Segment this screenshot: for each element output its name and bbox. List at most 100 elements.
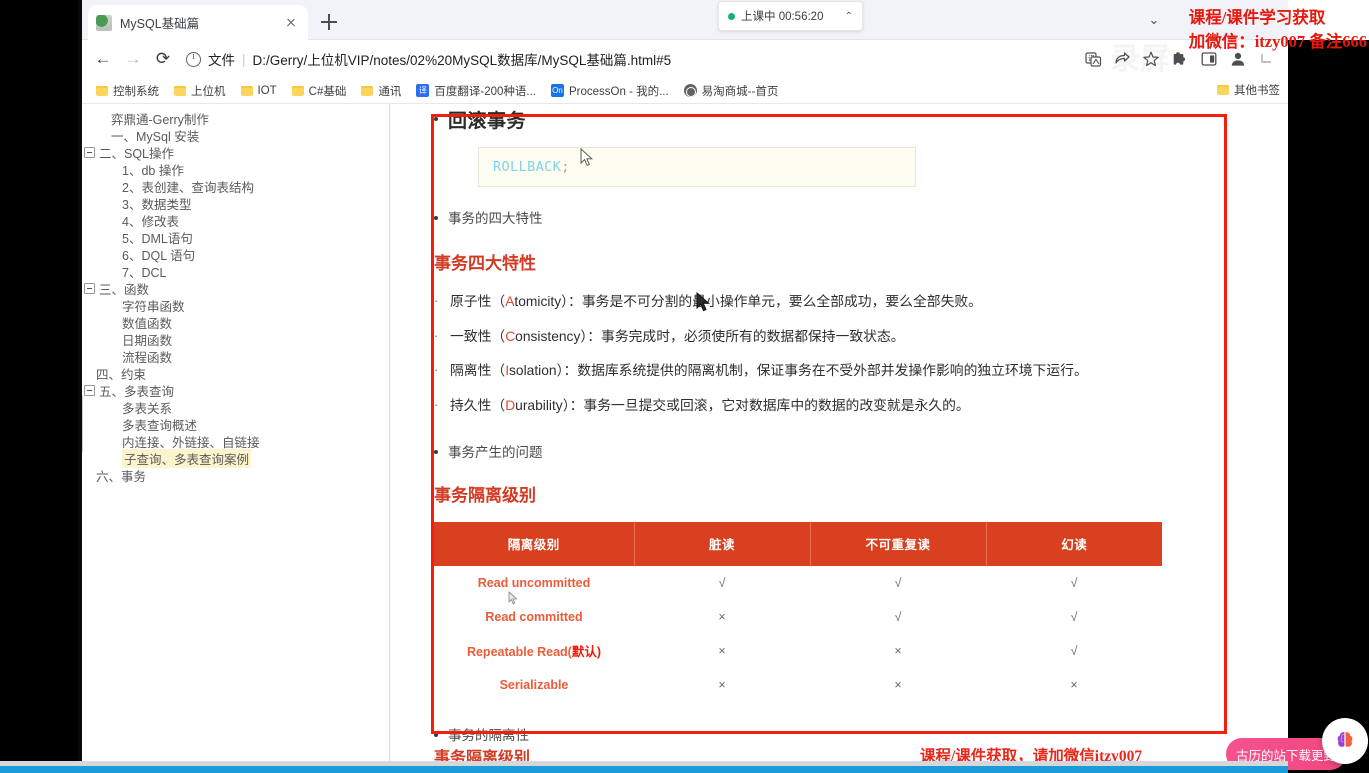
sidebar-item-string-fn[interactable]: 字符串函数 [82, 297, 389, 314]
url-scheme-label: 文件 [208, 49, 235, 69]
heading-isolation-levels: 事务隔离级别 [434, 481, 1228, 506]
brain-icon[interactable] [1322, 718, 1368, 764]
sidebar-item-dml[interactable]: 5、DML语句 [82, 229, 389, 246]
acid-mid: onsistency）： [515, 329, 601, 344]
sidebar-item-date-fn[interactable]: 日期函数 [82, 331, 389, 348]
page-favicon-icon [96, 15, 112, 31]
isolation-levels-table: 隔离级别 脏读 不可重复读 幻读 Read uncommitted √ √ [434, 522, 1162, 702]
acid-capital: C [505, 329, 515, 344]
sidebar-item-numeric-fn[interactable]: 数值函数 [82, 314, 389, 331]
acid-item: · 一致性（Consistency）：事务完成时，必须使所有的数据都保持一致状态… [434, 327, 1228, 348]
sidebar-item-constraints[interactable]: 四、约束 [82, 365, 389, 382]
acid-rest: 事务一旦提交或回滚，它对数据库中的数据的改变就是永久的。 [583, 398, 969, 413]
th-phantom-read: 幻读 [986, 522, 1162, 566]
translate-icon[interactable]: 译 [1080, 46, 1106, 72]
bookmark-label: 上位机 [191, 83, 226, 99]
tab-title: MySQL基础篇 [120, 13, 274, 32]
cell-dirty-read: √ [634, 566, 810, 600]
chevron-down-icon[interactable]: ⌄ [1141, 7, 1167, 33]
sidebar-item-table-relations[interactable]: 多表关系 [82, 399, 389, 416]
screen-root: MySQL基础篇 上课中 00:56:20 ⌃ ⌄ ← → ⟳ 文件 | D:/… [0, 0, 1369, 773]
ghost-watermark: 录屏 [1110, 34, 1170, 78]
sidebar-item-install[interactable]: 一、MySql 安装 [82, 127, 389, 144]
bookmark-label: 易淘商城--首页 [702, 83, 779, 99]
bookmarks-overflow-label: 其他书签 [1234, 82, 1280, 98]
bookmark-item[interactable]: OnProcessOn - 我的... [545, 81, 675, 101]
folder-icon [361, 86, 373, 96]
new-tab-button[interactable] [318, 11, 340, 33]
acid-prefix: 一致性（ [450, 329, 505, 344]
info-circle-icon[interactable] [186, 52, 201, 67]
forward-button[interactable]: → [118, 44, 148, 74]
collapse-toggle-icon[interactable] [84, 147, 95, 158]
list-marker: · [434, 328, 440, 343]
address-bar[interactable]: 文件 | D:/Gerry/上位机VIP/notes/02%20MySQL数据库… [186, 44, 1080, 74]
right-black-panel [1288, 0, 1369, 773]
sidebar-item-functions[interactable]: 三、函数 [82, 280, 389, 297]
sidebar-item-alter-table[interactable]: 4、修改表 [82, 212, 389, 229]
bookmark-label: 百度翻译-200种语... [434, 83, 536, 99]
bookmark-item[interactable]: C#基础 [286, 81, 353, 101]
cell-non-repeatable: √ [810, 566, 986, 600]
table-row: Repeatable Read(默认) × × √ [434, 634, 1162, 668]
sidebar-item-multi-overview[interactable]: 多表查询概述 [82, 416, 389, 433]
bookmark-item[interactable]: IOT [235, 83, 283, 99]
bullet-icon [434, 733, 438, 737]
list-marker: · [434, 397, 440, 412]
reload-button[interactable]: ⟳ [148, 44, 178, 74]
sidebar-item-transactions[interactable]: 六、事务 [82, 467, 389, 484]
window-left-edge [78, 0, 82, 773]
acid-rest: 事务是不可分割的最小操作单元，要么全部成功，要么全部失败。 [582, 294, 982, 309]
acid-item: · 隔离性（Isolation）：数据库系统提供的隔离机制，保证事务在不受外部并… [434, 361, 1228, 382]
tab-mysql-basics[interactable]: MySQL基础篇 [88, 5, 308, 40]
taskbar-accent [0, 766, 1288, 773]
close-icon[interactable] [282, 14, 300, 32]
sidebar-item-subquery[interactable]: 子查询、多表查询案例 [82, 450, 389, 467]
bookmark-label: 控制系统 [113, 83, 159, 99]
sidebar-item-data-types[interactable]: 3、数据类型 [82, 195, 389, 212]
acid-item-text: 原子性（Atomicity）：事务是不可分割的最小操作单元，要么全部成功，要么全… [450, 292, 982, 313]
tab-strip: MySQL基础篇 上课中 00:56:20 ⌃ ⌄ [82, 0, 1288, 40]
bookmarks-overflow[interactable]: 其他书签 [1217, 82, 1280, 98]
bookmark-item[interactable]: 译百度翻译-200种语... [410, 81, 542, 101]
bookmark-item[interactable]: 上位机 [168, 81, 232, 101]
bookmarks-bar: 控制系统 上位机 IOT C#基础 通讯 译百度翻译-200种语... OnPr… [82, 78, 1288, 104]
cell-dirty-read: × [634, 668, 810, 702]
watermark-top-right: 课程/课件学习获取 加微信：itzy007 备注666 [1189, 6, 1367, 54]
class-status-pill[interactable]: 上课中 00:56:20 ⌃ [718, 1, 863, 31]
folder-icon [1217, 85, 1229, 95]
row-level-name: Read uncommitted [434, 566, 634, 600]
acid-bullet-label: 事务的四大特性 [448, 207, 543, 227]
acid-prefix: 原子性（ [450, 294, 505, 309]
bullet-icon [434, 450, 438, 454]
sidebar-item-flow-fn[interactable]: 流程函数 [82, 348, 389, 365]
collapse-toggle-icon[interactable] [84, 385, 95, 396]
sidebar-item-dql[interactable]: 6、DQL 语句 [82, 246, 389, 263]
sidebar-item-dcl[interactable]: 7、DCL [82, 263, 389, 280]
problems-bullet-label: 事务产生的问题 [448, 441, 543, 461]
rollback-heading: 回滚事务 [448, 106, 526, 133]
back-button[interactable]: ← [88, 44, 118, 74]
code-keyword: ROLLBACK [493, 159, 561, 175]
sidebar-item-create-table[interactable]: 2、表创建、查询表结构 [82, 178, 389, 195]
bookmark-item[interactable]: 控制系统 [90, 81, 165, 101]
chevron-up-icon[interactable]: ⌃ [845, 11, 853, 22]
bullet-icon [434, 117, 438, 121]
table-row: Read committed × √ √ [434, 600, 1162, 634]
sidebar-item-multi-table[interactable]: 五、多表查询 [82, 382, 389, 399]
sidebar-item-author[interactable]: 弈鼎通-Gerry制作 [82, 110, 389, 127]
page-body: 弈鼎通-Gerry制作 一、MySql 安装 二、SQL操作 1、db 操作 2… [82, 104, 1288, 772]
bookmark-item[interactable]: 易淘商城--首页 [678, 81, 785, 101]
sidebar-item-joins[interactable]: 内连接、外链接、自链接 [82, 433, 389, 450]
sidebar-item-db-ops[interactable]: 1、db 操作 [82, 161, 389, 178]
sidebar-scrollbar-thumb[interactable] [82, 394, 83, 454]
cell-dirty-read: × [634, 634, 810, 668]
sidebar-item-sql-ops[interactable]: 二、SQL操作 [82, 144, 389, 161]
document-content: 回滚事务 ROLLBACK ; 事务的四大特性 事务四大特性 · [390, 104, 1288, 772]
collapse-toggle-icon[interactable] [84, 283, 95, 294]
folder-icon [174, 86, 186, 96]
problems-bullet-row: 事务产生的问题 [434, 441, 1228, 461]
cell-phantom: √ [986, 634, 1162, 668]
bookmark-item[interactable]: 通讯 [355, 81, 407, 101]
sidebar-item-label: 六、事务 [96, 466, 146, 485]
